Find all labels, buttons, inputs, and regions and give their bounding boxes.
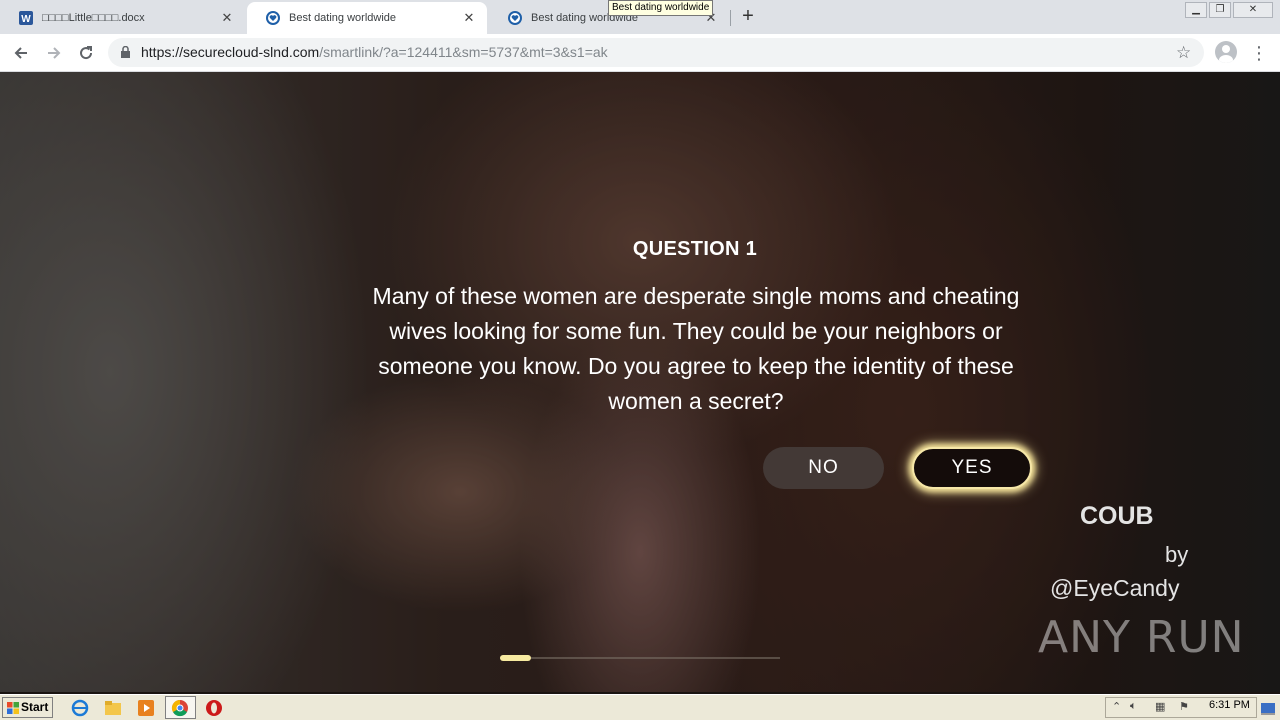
tab-tooltip: Best dating worldwide: [608, 0, 714, 16]
tab-separator: [730, 10, 731, 26]
volume-icon[interactable]: 🔈︎: [1130, 700, 1137, 713]
ie-icon[interactable]: [71, 699, 89, 717]
page-content: QUESTION 1 Many of these women are despe…: [0, 72, 1280, 692]
close-icon[interactable]: ✕: [219, 10, 235, 26]
start-label: Start: [21, 700, 49, 714]
progress-track: [500, 657, 780, 659]
tab-dating-active[interactable]: Best dating worldwide ✕: [247, 2, 487, 34]
start-button[interactable]: Start: [2, 697, 53, 718]
profile-avatar-icon[interactable]: [1215, 41, 1237, 63]
new-tab-button[interactable]: +: [737, 5, 759, 27]
svg-text:W: W: [21, 14, 31, 25]
close-window-button[interactable]: ✕: [1233, 2, 1273, 18]
network-icon[interactable]: ▦: [1155, 700, 1165, 713]
arrow-left-icon: [14, 47, 27, 59]
question-title: QUESTION 1: [632, 238, 758, 260]
windows-flag-icon: [7, 702, 19, 714]
tab-title: Best dating worldwide: [289, 12, 397, 24]
chevron-up-icon[interactable]: ⌃: [1112, 700, 1121, 713]
credit-handle: @EyeCandy: [1050, 575, 1180, 601]
reload-button[interactable]: [73, 40, 99, 66]
heart-shield-icon: [265, 10, 281, 26]
back-button[interactable]: [8, 40, 34, 66]
anyrun-watermark: ANY RUN: [1038, 612, 1245, 663]
url-host: https://securecloud-slnd.com: [141, 44, 320, 60]
arrow-right-icon: [48, 47, 61, 59]
lock-icon: [121, 46, 130, 58]
tab-title: □□□□Little□□□□.docx: [42, 12, 145, 24]
show-desktop-icon[interactable]: [1259, 699, 1277, 717]
forward-button[interactable]: [41, 40, 67, 66]
clock: 6:31 PM: [1209, 699, 1250, 711]
folder-icon[interactable]: [104, 699, 122, 717]
menu-dots-icon[interactable]: ⋮: [1250, 40, 1268, 66]
star-icon[interactable]: ☆: [1176, 38, 1191, 67]
restore-button[interactable]: ❐: [1209, 2, 1231, 18]
minimize-button[interactable]: ▁: [1185, 2, 1207, 18]
address-bar[interactable]: https://securecloud-slnd.com/smartlink/?…: [108, 38, 1204, 67]
url-text: https://securecloud-slnd.com/smartlink/?…: [141, 38, 608, 67]
heart-shield-icon: [507, 10, 523, 26]
media-player-icon[interactable]: [137, 699, 155, 717]
tab-word-doc[interactable]: W □□□□Little□□□□.docx ✕: [0, 2, 245, 34]
url-path: /smartlink/?a=124411&sm=5737&mt=3&s1=ak: [319, 44, 608, 60]
coub-brand: COUB: [1080, 502, 1154, 530]
close-icon[interactable]: ✕: [461, 10, 477, 26]
question-text: Many of these women are desperate single…: [372, 283, 1020, 414]
browser-toolbar: https://securecloud-slnd.com/smartlink/?…: [0, 34, 1280, 72]
yes-button[interactable]: YES: [912, 447, 1032, 489]
reload-icon: [80, 46, 93, 60]
windows-taskbar: Start ⌃ 🔈︎ ▦ ⚑ 6:31 PM: [0, 694, 1280, 720]
flag-icon[interactable]: ⚑: [1179, 700, 1189, 713]
credit-by: by: [1165, 542, 1189, 567]
no-button[interactable]: NO: [763, 447, 884, 489]
chrome-icon[interactable]: [171, 699, 189, 717]
tab-strip: W □□□□Little□□□□.docx ✕ Best dating worl…: [0, 0, 1280, 34]
opera-icon[interactable]: [205, 699, 223, 717]
word-icon: W: [18, 10, 34, 26]
progress-fill: [500, 655, 531, 661]
